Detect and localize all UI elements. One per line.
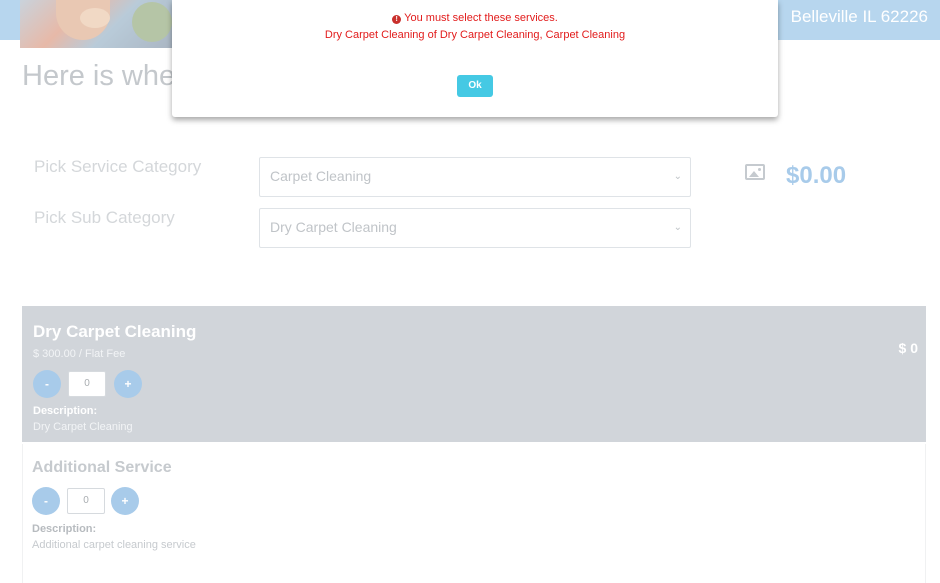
quantity-stepper: - 0 +: [33, 370, 143, 398]
service-title: Additional Service: [32, 459, 172, 476]
description-text: Additional carpet cleaning service: [32, 539, 196, 551]
description-label: Description:: [32, 523, 97, 535]
category-select-value: Carpet Cleaning: [270, 168, 372, 184]
chevron-down-icon: ⌄: [673, 222, 682, 233]
total-price: $0.00: [786, 162, 847, 189]
alert-modal: ! You must select these services. Dry Car…: [172, 0, 778, 117]
description-text: Dry Carpet Cleaning: [33, 421, 133, 433]
category-select[interactable]: Carpet Cleaning ⌄: [259, 157, 691, 197]
subcategory-label: Pick Sub Category: [34, 208, 175, 227]
service-rate: $ 300.00 / Flat Fee: [33, 348, 126, 360]
increment-button[interactable]: +: [111, 487, 139, 515]
alert-message: You must select these services.: [404, 12, 558, 24]
exclamation-circle-icon: !: [392, 15, 402, 24]
header-banner-image: [20, 0, 172, 48]
quantity-input[interactable]: 0: [67, 488, 105, 514]
location-text: Belleville IL 62226: [790, 7, 928, 26]
alert-detail: Dry Carpet Cleaning of Dry Carpet Cleani…: [324, 29, 626, 41]
category-label: Pick Service Category: [34, 157, 202, 176]
quantity-input[interactable]: 0: [68, 371, 106, 397]
quantity-stepper: - 0 +: [32, 487, 142, 515]
subcategory-select[interactable]: Dry Carpet Cleaning ⌄: [259, 208, 691, 248]
intro-heading: Here is whe: [22, 60, 176, 92]
alert-message-line: ! You must select these services.: [172, 12, 778, 24]
image-placeholder-icon: [745, 164, 765, 180]
service-subtotal: $ 0: [898, 340, 918, 356]
description-label: Description:: [33, 405, 98, 417]
service-title: Dry Carpet Cleaning: [33, 322, 197, 341]
ok-button[interactable]: Ok: [457, 75, 493, 97]
service-card-additional-service[interactable]: Additional Service - 0 + Description: Ad…: [22, 444, 926, 583]
page: Belleville IL 62226 Here is whe Pick Ser…: [0, 0, 940, 583]
decrement-button[interactable]: -: [32, 487, 60, 515]
chevron-down-icon: ⌄: [673, 171, 682, 182]
service-card-dry-carpet-cleaning[interactable]: Dry Carpet Cleaning $ 300.00 / Flat Fee …: [22, 306, 926, 442]
increment-button[interactable]: +: [114, 370, 142, 398]
decrement-button[interactable]: -: [33, 370, 61, 398]
subcategory-select-value: Dry Carpet Cleaning: [270, 219, 397, 235]
